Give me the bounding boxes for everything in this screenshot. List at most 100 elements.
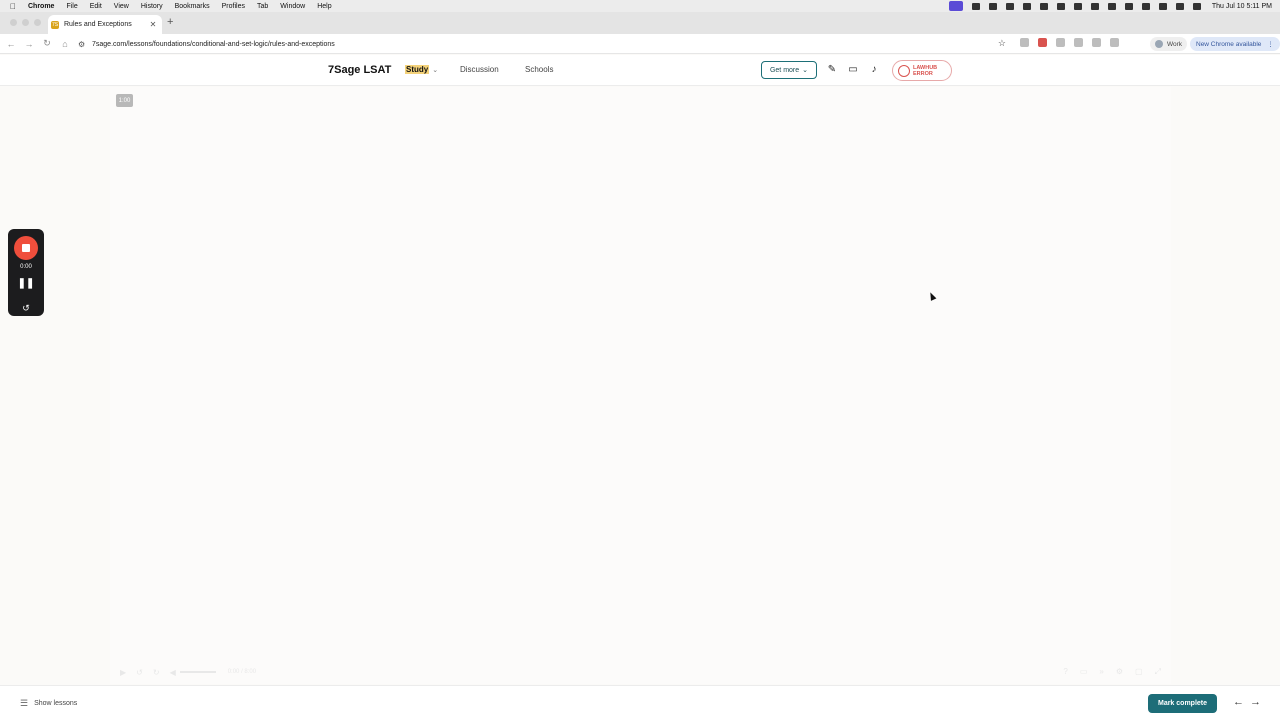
app-icon[interactable] xyxy=(1005,2,1014,10)
close-window-icon[interactable] xyxy=(10,19,17,26)
pause-icon[interactable]: ❚❚ xyxy=(8,278,44,289)
pip-icon[interactable]: ▢ xyxy=(1135,667,1143,677)
extension-icon[interactable] xyxy=(1056,38,1065,47)
browser-toolbar: ← → ↻ ⌂ ⚙ 7sage.com/lessons/foundations/… xyxy=(0,34,1280,54)
get-more-label: Get more xyxy=(769,66,800,74)
macos-menubar:  Chrome File Edit View History Bookmark… xyxy=(0,0,1280,12)
menu-chrome[interactable]: Chrome xyxy=(28,3,54,10)
chat-icon[interactable]: ▭ xyxy=(847,64,859,76)
site-header: 7Sage LSAT Study ⌄ Discussion Schools Get… xyxy=(0,55,1280,86)
restart-icon[interactable]: ↺ xyxy=(8,303,44,314)
screen-recorder-widget: 0:00 ❚❚ ↺ xyxy=(8,229,44,316)
puzzle-icon[interactable] xyxy=(1074,38,1083,47)
mark-complete-button[interactable]: Mark complete xyxy=(1148,694,1217,713)
chevron-down-icon: ⌄ xyxy=(802,67,809,74)
back-icon[interactable]: ← xyxy=(2,39,20,49)
show-lessons-button[interactable]: ☰ Show lessons xyxy=(20,698,77,709)
minimize-window-icon[interactable] xyxy=(22,19,29,26)
show-lessons-label: Show lessons xyxy=(34,700,78,707)
previous-lesson-icon[interactable]: ← xyxy=(1233,696,1244,708)
forward-icon[interactable]: ↻ xyxy=(153,668,160,677)
update-label: New Chrome available xyxy=(1196,40,1262,48)
recording-time: 0:00 xyxy=(20,264,32,270)
lawhub-status-badge[interactable]: LAWHUB ERROR xyxy=(892,60,952,81)
cloud-icon[interactable] xyxy=(1124,2,1133,10)
menubar-clock[interactable]: Thu Jul 10 5:11 PM xyxy=(1212,3,1272,10)
zoom-window-icon[interactable] xyxy=(34,19,41,26)
fullscreen-icon[interactable]: ⤢ xyxy=(1155,667,1161,677)
chevron-down-icon: ⌄ xyxy=(432,67,439,74)
bookmark-star-icon[interactable]: ☆ xyxy=(998,38,1006,49)
menu-profiles[interactable]: Profiles xyxy=(222,3,245,10)
bell-icon[interactable]: ♪ xyxy=(868,64,880,76)
lesson-footer: ☰ Show lessons Mark complete ← → xyxy=(0,685,1280,720)
lawhub-line2: ERROR xyxy=(913,70,933,77)
profile-button[interactable]: Work xyxy=(1150,37,1188,51)
media-icon[interactable] xyxy=(1110,38,1119,47)
menu-help[interactable]: Help xyxy=(317,3,331,10)
nav-study[interactable]: Study ⌄ xyxy=(405,65,438,74)
browser-tab[interactable]: 7S Rules and Exceptions ✕ xyxy=(48,15,162,34)
chrome-update-button[interactable]: New Chrome available ⋮ xyxy=(1190,37,1280,51)
favicon-icon: 7S xyxy=(51,20,59,29)
home-icon[interactable]: ⌂ xyxy=(56,39,74,49)
speed-icon[interactable]: » xyxy=(1099,667,1103,677)
video-controls: ▶ ↺ ↻ ◀ 0:00 / 8:00 ? ▭ » ⚙ ▢ ⤢ xyxy=(110,660,1171,684)
sync-icon[interactable] xyxy=(1022,2,1031,10)
nav-schools[interactable]: Schools xyxy=(525,65,553,74)
help-icon[interactable]: ? xyxy=(1063,667,1067,677)
new-tab-icon[interactable]: + xyxy=(167,16,173,28)
siri-icon[interactable] xyxy=(1192,2,1201,10)
profile-label: Work xyxy=(1167,40,1183,48)
volume-icon[interactable]: ◀ xyxy=(170,668,176,677)
menubar-status-icons: Thu Jul 10 5:11 PM xyxy=(948,0,1272,12)
menu-tab[interactable]: Tab xyxy=(257,3,268,10)
video-player[interactable] xyxy=(110,87,1171,684)
nav-study-label: Study xyxy=(405,65,430,74)
edit-icon[interactable]: ✎ xyxy=(826,64,838,76)
video-time-badge: 1:00 xyxy=(116,94,133,107)
extension-icon[interactable] xyxy=(1038,38,1047,47)
next-lesson-icon[interactable]: → xyxy=(1250,696,1261,708)
video-controls-right: ? ▭ » ⚙ ▢ ⤢ xyxy=(1063,667,1161,677)
menu-history[interactable]: History xyxy=(141,3,163,10)
site-logo[interactable]: 7Sage LSAT xyxy=(328,64,391,76)
menu-view[interactable]: View xyxy=(114,3,129,10)
settings-icon[interactable]: ⚙ xyxy=(1116,667,1123,677)
lawhub-status-text: LAWHUB ERROR xyxy=(913,65,937,77)
kebab-menu-icon[interactable]: ⋮ xyxy=(1267,40,1274,48)
stop-recording-button[interactable] xyxy=(14,236,38,260)
layers-icon[interactable] xyxy=(971,2,980,10)
window-controls xyxy=(10,19,41,26)
app-icon[interactable] xyxy=(1039,2,1048,10)
rewind-icon[interactable]: ↺ xyxy=(136,668,143,677)
drive-icon[interactable] xyxy=(1090,2,1099,10)
screen-record-icon[interactable] xyxy=(948,1,963,11)
close-tab-icon[interactable]: ✕ xyxy=(148,20,158,29)
wifi-icon[interactable] xyxy=(1158,2,1167,10)
search-icon[interactable] xyxy=(1107,2,1116,10)
reload-icon[interactable]: ↻ xyxy=(38,38,56,49)
captions-icon[interactable]: ▭ xyxy=(1080,667,1088,677)
menu-edit[interactable]: Edit xyxy=(90,3,102,10)
grid-icon[interactable] xyxy=(1073,2,1082,10)
menu-bookmarks[interactable]: Bookmarks xyxy=(175,3,210,10)
menu-window[interactable]: Window xyxy=(280,3,305,10)
apple-icon[interactable]:  xyxy=(10,2,20,11)
app-icon[interactable] xyxy=(988,2,997,10)
app-icon[interactable] xyxy=(1056,2,1065,10)
extension-icon[interactable] xyxy=(1020,38,1029,47)
url-text[interactable]: 7sage.com/lessons/foundations/conditiona… xyxy=(92,41,335,48)
sidepanel-icon[interactable] xyxy=(1092,38,1101,47)
battery-icon[interactable] xyxy=(1141,2,1150,10)
lawhub-icon xyxy=(898,64,910,77)
volume-slider[interactable] xyxy=(179,671,216,673)
play-icon[interactable]: ▶ xyxy=(120,668,126,677)
nav-discussion[interactable]: Discussion xyxy=(460,65,499,74)
address-bar[interactable]: ⚙ 7sage.com/lessons/foundations/conditio… xyxy=(78,36,1012,52)
site-info-icon[interactable]: ⚙ xyxy=(78,40,92,49)
forward-icon[interactable]: → xyxy=(20,39,38,49)
get-more-button[interactable]: Get more ⌄ xyxy=(761,61,817,79)
menu-file[interactable]: File xyxy=(66,3,77,10)
control-center-icon[interactable] xyxy=(1175,2,1184,10)
